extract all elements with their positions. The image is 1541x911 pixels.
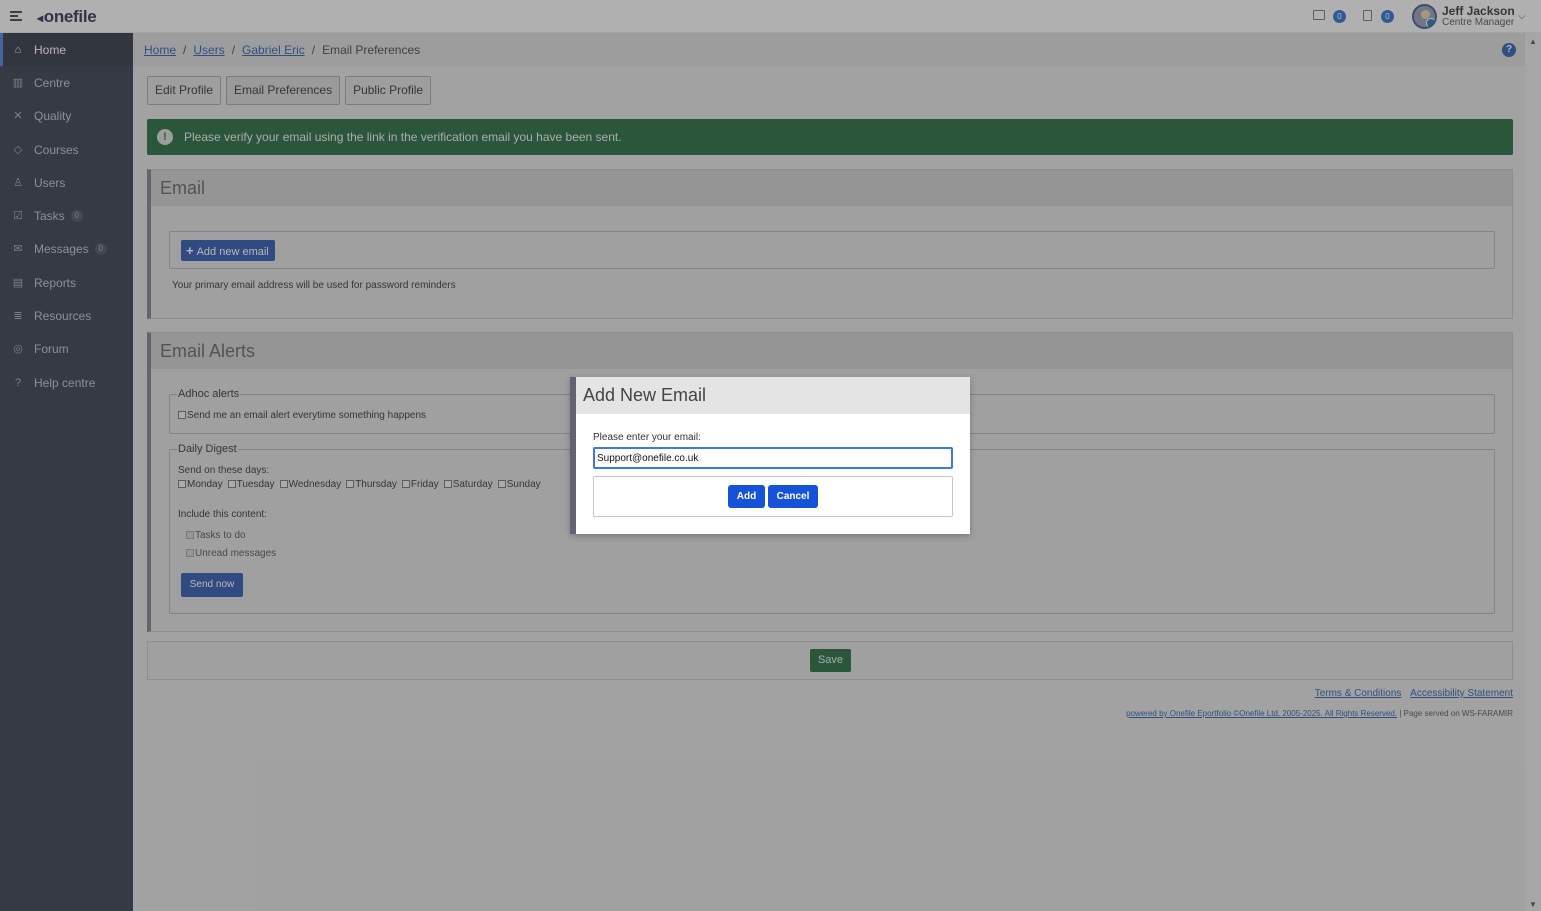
cancel-button[interactable]: Cancel [768, 485, 818, 508]
add-button[interactable]: Add [728, 485, 765, 508]
email-input-label: Please enter your email: [593, 432, 701, 443]
add-new-email-dialog: Add New Email Please enter your email: A… [570, 377, 970, 534]
dialog-title: Add New Email [576, 377, 970, 414]
email-input[interactable] [593, 447, 953, 469]
dialog-actions: Add Cancel [593, 476, 953, 517]
